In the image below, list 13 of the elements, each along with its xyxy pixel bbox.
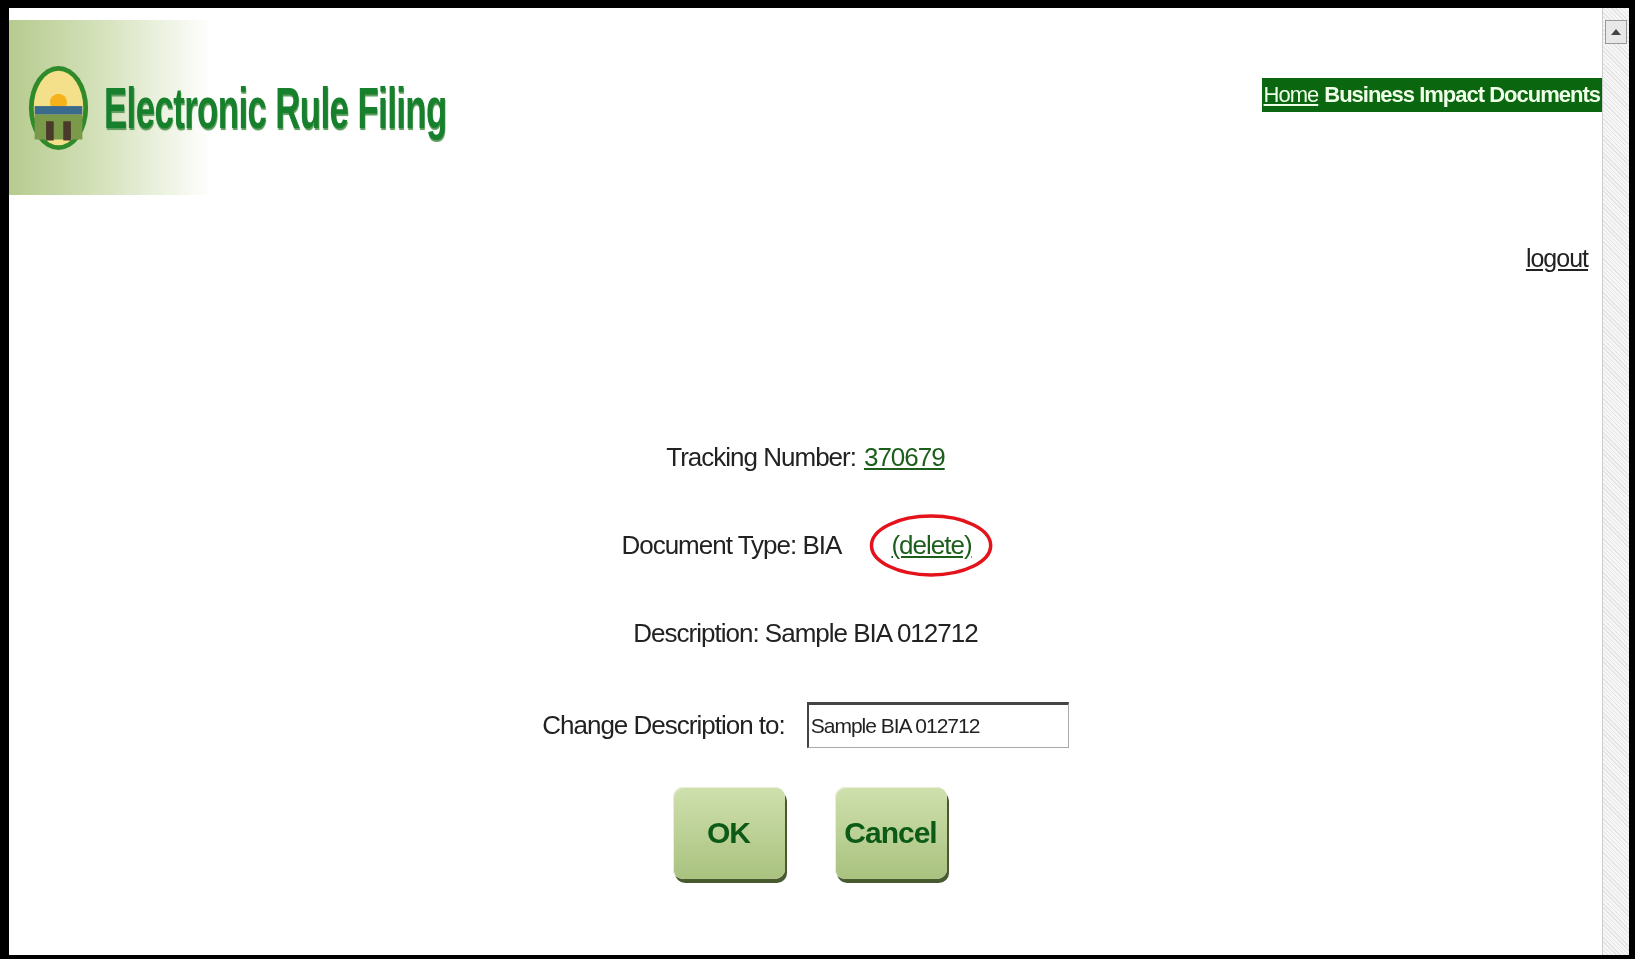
tracking-label: Tracking Number:: [666, 441, 856, 473]
up-arrow-icon[interactable]: [1611, 29, 1621, 35]
change-description-label: Change Description to:: [542, 709, 785, 741]
nav-current-page[interactable]: Business Impact Documents: [1324, 82, 1600, 108]
logout-link[interactable]: logout: [1525, 244, 1588, 273]
site-title: Electronic Rule Filing: [104, 74, 447, 141]
scrollbar[interactable]: [1602, 8, 1629, 955]
nav-link[interactable]: Home: [1263, 82, 1319, 108]
description-input[interactable]: Sample BIA 012712: [806, 702, 1069, 748]
scroll-up-button[interactable]: [1605, 20, 1627, 44]
description-text: Description: Sample BIA 012712: [633, 617, 978, 649]
document-type-text: Document Type: BIA: [621, 529, 842, 561]
tracking-number-link[interactable]: 370679: [863, 441, 945, 473]
